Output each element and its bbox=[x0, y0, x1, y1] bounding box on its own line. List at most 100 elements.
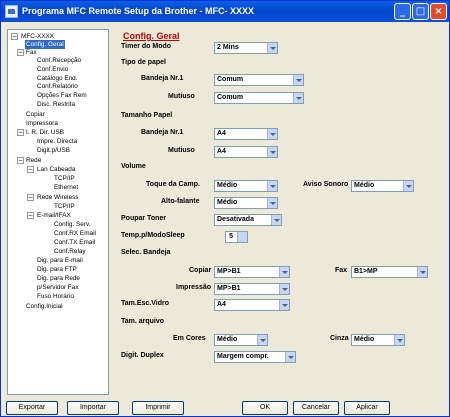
impressao-label: Impressão bbox=[176, 284, 212, 291]
collapse-icon[interactable]: − bbox=[17, 129, 24, 136]
chevron-down-icon bbox=[267, 147, 277, 157]
settings-tree[interactable]: − MFC-XXXX Config. Geral − Fax Conf.Rece… bbox=[7, 29, 109, 395]
timer-modo-label: Timer do Modo bbox=[121, 43, 172, 50]
tree-item-fax[interactable]: Fax bbox=[26, 48, 37, 57]
tam-mutiuso-select[interactable]: A4 bbox=[214, 146, 278, 158]
chevron-down-icon bbox=[417, 267, 427, 277]
export-button[interactable]: Exportar bbox=[6, 401, 58, 415]
title-bar[interactable]: Programa MFC Remote Setup da Brother - M… bbox=[1, 1, 449, 22]
tam-esc-vidro-select[interactable]: A4 bbox=[214, 299, 290, 311]
chevron-down-icon bbox=[271, 215, 281, 225]
settings-panel: Config. Geral Timer do Modo 2 Mins Tipo … bbox=[113, 27, 448, 397]
volume-heading: Volume bbox=[121, 163, 146, 170]
tam-arquivo-heading: Tam. arquivo bbox=[121, 318, 165, 325]
chevron-down-icon bbox=[285, 352, 295, 362]
cinza-label: Cinza bbox=[330, 335, 349, 342]
chevron-down-icon bbox=[394, 335, 404, 345]
fax-tray-label: Fax bbox=[335, 267, 348, 274]
em-cores-select[interactable]: Médio bbox=[214, 334, 268, 346]
tree-item-tcpip-lan[interactable]: TCP/IP bbox=[54, 174, 75, 183]
chevron-down-icon bbox=[267, 181, 277, 191]
app-icon bbox=[5, 5, 18, 18]
tree-item-dig-rede[interactable]: Dig. para Rede bbox=[37, 274, 80, 283]
selec-bandeja-heading: Selec. Bandeja bbox=[121, 249, 171, 256]
poupar-toner-select[interactable]: Desativada bbox=[214, 214, 282, 226]
copiar-select[interactable]: MP>B1 bbox=[214, 266, 290, 278]
tree-item-impressora[interactable]: Impressora bbox=[26, 119, 58, 128]
tree-item-conf-relay[interactable]: Conf.Relay bbox=[54, 247, 86, 256]
tree-item-dig-email[interactable]: Dig. para E-mail bbox=[37, 256, 83, 265]
tree-item-tcpip-wireless[interactable]: TCP/IP bbox=[54, 202, 75, 211]
copiar-label: Copiar bbox=[189, 267, 212, 274]
window-title: Programa MFC Remote Setup da Brother - M… bbox=[22, 6, 255, 16]
tree-item-conf-tx-email[interactable]: Conf.TX Email bbox=[54, 238, 95, 247]
print-button[interactable]: Imprimir bbox=[132, 401, 184, 415]
chevron-down-icon bbox=[257, 335, 267, 345]
cancel-button[interactable]: Cancelar bbox=[293, 401, 339, 415]
tipo-mutiuso-select[interactable]: Comum bbox=[214, 92, 304, 104]
modo-sleep-spinner[interactable]: 5 bbox=[225, 231, 248, 243]
chevron-down-icon bbox=[293, 75, 303, 85]
tam-mutiuso-label: Mutiuso bbox=[168, 147, 195, 154]
tree-item-conf-recepcao[interactable]: Conf.Recepção bbox=[37, 56, 81, 65]
tree-item-email-ifax[interactable]: E-mail/IFAX bbox=[37, 211, 71, 220]
tree-item-servidor-fax[interactable]: p/Servidor Fax bbox=[37, 283, 79, 292]
modo-sleep-label: Temp.p/ModoSleep bbox=[121, 232, 185, 239]
tipo-bandeja1-select[interactable]: Comum bbox=[214, 74, 304, 86]
tree-item-opcoes-fax-rem[interactable]: Opções Fax Rem bbox=[37, 91, 87, 100]
minimize-button[interactable]: _ bbox=[394, 3, 411, 20]
tree-item-config-serv[interactable]: Config. Serv. bbox=[54, 220, 90, 229]
tree-item-fuso-horario[interactable]: Fuso Horário bbox=[37, 292, 74, 301]
apply-button[interactable]: Aplicar bbox=[344, 401, 390, 415]
toque-camp-select[interactable]: Médio bbox=[214, 180, 278, 192]
tree-item-disc-restrita[interactable]: Disc. Restrita bbox=[37, 100, 75, 109]
spin-down-icon[interactable] bbox=[237, 237, 247, 242]
tree-item-impre-directa[interactable]: Impre. Directa bbox=[37, 137, 77, 146]
toque-camp-label: Toque da Camp. bbox=[146, 181, 200, 188]
page-title: Config. Geral bbox=[123, 31, 180, 41]
poupar-toner-label: Poupar Toner bbox=[121, 215, 166, 222]
digit-duplex-label: Digit. Duplex bbox=[121, 352, 164, 359]
tam-bandeja1-select[interactable]: A4 bbox=[214, 128, 278, 140]
collapse-icon[interactable]: − bbox=[27, 166, 34, 173]
aviso-sonoro-label: Aviso Sonoro bbox=[303, 181, 349, 188]
alto-falante-select[interactable]: Médio bbox=[214, 197, 278, 209]
tam-bandeja1-label: Bandeja Nr.1 bbox=[141, 129, 184, 136]
tam-esc-vidro-label: Tam.Esc.Vidro bbox=[121, 300, 169, 307]
alto-falante-label: Alto-falante bbox=[161, 198, 200, 205]
maximize-button[interactable]: □ bbox=[412, 3, 429, 20]
cinza-select[interactable]: Médio bbox=[351, 334, 405, 346]
collapse-icon[interactable]: − bbox=[17, 157, 24, 164]
collapse-icon[interactable]: − bbox=[27, 212, 34, 219]
tree-item-ir-dir-usb[interactable]: I. R. Dir. USB bbox=[26, 128, 64, 137]
collapse-icon[interactable]: − bbox=[11, 33, 18, 40]
tree-item-conf-relatorio[interactable]: Conf.Relatório bbox=[37, 82, 78, 91]
chevron-down-icon bbox=[267, 198, 277, 208]
collapse-icon[interactable]: − bbox=[27, 194, 34, 201]
tree-item-dig-ftp[interactable]: Dig. para FTP bbox=[37, 265, 77, 274]
chevron-down-icon bbox=[279, 267, 289, 277]
tree-item-conf-envio[interactable]: Conf.Envio bbox=[37, 65, 68, 74]
ok-button[interactable]: OK bbox=[242, 401, 288, 415]
tree-item-conf-rx-email[interactable]: Conf.RX Email bbox=[54, 229, 96, 238]
timer-modo-select[interactable]: 2 Mins bbox=[214, 42, 278, 54]
tipo-bandeja1-label: Bandeja Nr.1 bbox=[141, 75, 184, 82]
tree-item-lan-cabeada[interactable]: Lan Cabeada bbox=[37, 165, 75, 174]
close-button[interactable]: × bbox=[430, 3, 447, 20]
import-button[interactable]: Importar bbox=[67, 401, 119, 415]
tree-item-digit-usb[interactable]: Digit.p/USB bbox=[37, 146, 70, 155]
tree-item-rede-wireless[interactable]: Rede Wireless bbox=[37, 193, 79, 202]
aviso-sonoro-select[interactable]: Médio bbox=[351, 180, 414, 192]
tree-item-config-inicial[interactable]: Config.Inicial bbox=[26, 302, 63, 311]
collapse-icon[interactable]: − bbox=[17, 49, 24, 56]
chevron-down-icon bbox=[279, 300, 289, 310]
fax-tray-select[interactable]: B1>MP bbox=[351, 266, 428, 278]
em-cores-label: Em Cores bbox=[173, 335, 206, 342]
tree-item-rede[interactable]: Rede bbox=[26, 156, 41, 165]
digit-duplex-select[interactable]: Margem compr. bbox=[214, 351, 296, 363]
impressao-select[interactable]: MP>B1 bbox=[214, 283, 290, 295]
chevron-down-icon bbox=[267, 129, 277, 139]
tree-item-copiar[interactable]: Copiar bbox=[26, 110, 45, 119]
tree-item-ethernet[interactable]: Ethernet bbox=[54, 183, 78, 192]
chevron-down-icon bbox=[403, 181, 413, 191]
